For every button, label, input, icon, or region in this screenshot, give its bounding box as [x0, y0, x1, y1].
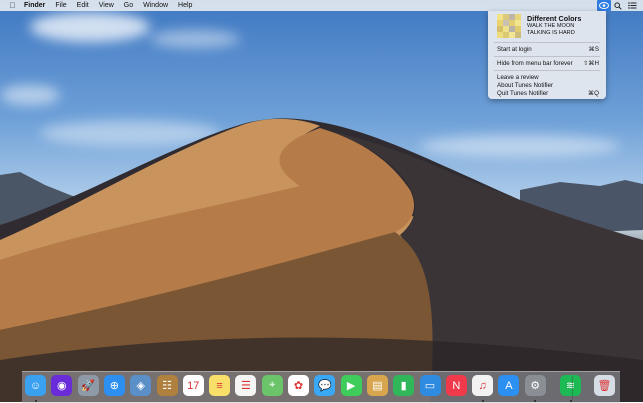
track-title: Different Colors [527, 14, 582, 23]
menu-item-quit[interactable]: Quit Tunes Notifier ⌘Q [497, 90, 599, 97]
menu-item-hide-from-menu-bar[interactable]: Hide from menu bar forever ⇧⌘H [497, 60, 599, 67]
messages-icon[interactable]: 💬 [314, 375, 336, 396]
dock-icons: ☺ ◉ 🚀 ⊕ ◈ ☷ 17 ≡ ☰ ⌖ ✿ 💬 ▶ ▤ ▮ ▭ N ♫ A ⚙ ≋ 🗑 [22, 372, 620, 403]
trash-icon[interactable]: 🗑 [594, 375, 615, 396]
menu-window[interactable]: Window [143, 2, 168, 9]
menu-shortcut: ⌘Q [587, 90, 599, 97]
maps-icon[interactable]: ⌖ [261, 375, 283, 396]
now-playing: Different Colors WALK THE MOON TALKING I… [497, 14, 602, 38]
menu-item-label: Quit Tunes Notifier [497, 90, 549, 97]
system-preferences-icon[interactable]: ⚙ [524, 375, 546, 396]
apple-menu-icon[interactable]:  [7, 1, 18, 10]
finder-icon[interactable]: ☺ [25, 375, 46, 396]
menu-view[interactable]: View [99, 2, 114, 9]
menu-separator [494, 70, 600, 71]
menu-edit[interactable]: Edit [77, 2, 89, 9]
siri-icon[interactable]: ◉ [51, 375, 73, 396]
track-album: TALKING IS HARD [527, 30, 575, 36]
itunes-icon[interactable]: ♫ [472, 375, 494, 396]
menu-item-label: Start at login [497, 46, 532, 53]
menu-separator [494, 42, 600, 43]
photo-browser-icon[interactable]: ◈ [130, 375, 152, 396]
news-icon[interactable]: N [445, 375, 467, 396]
album-cover [497, 14, 523, 40]
numbers-icon[interactable]: ▮ [393, 375, 415, 396]
menu-item-label: Hide from menu bar forever [497, 60, 573, 67]
menu-help[interactable]: Help [178, 2, 192, 9]
app-store-icon[interactable]: A [498, 375, 520, 396]
notification-center-icon[interactable] [625, 0, 639, 11]
keynote-icon[interactable]: ▭ [419, 375, 441, 396]
menu-file[interactable]: File [55, 2, 66, 9]
calendar-icon[interactable]: 17 [182, 375, 204, 396]
menu-shortcut: ⇧⌘H [583, 60, 599, 67]
menu-shortcut: ⌘S [588, 46, 599, 53]
reminders-icon[interactable]: ☰ [235, 375, 257, 396]
track-artist: WALK THE MOON [527, 23, 575, 29]
menu-item-leave-review[interactable]: Leave a review [497, 74, 599, 81]
menu-item-about[interactable]: About Tunes Notifier [497, 82, 599, 89]
dock-divider [572, 376, 573, 399]
tunes-notifier-eye-icon[interactable] [597, 0, 611, 11]
menu-go[interactable]: Go [124, 2, 133, 9]
launchpad-icon[interactable]: 🚀 [77, 375, 99, 396]
notes-icon[interactable]: ≡ [209, 375, 231, 396]
photos-icon[interactable]: ✿ [288, 375, 309, 396]
spotlight-search-icon[interactable] [611, 0, 625, 11]
contacts-icon[interactable]: ☷ [156, 375, 178, 396]
menu-bar:  Finder File Edit View Go Window Help [0, 0, 643, 11]
preview-icon[interactable]: ▤ [366, 375, 388, 396]
menu-item-label: About Tunes Notifier [497, 82, 554, 89]
safari-icon[interactable]: ⊕ [103, 375, 125, 396]
menu-separator [494, 56, 600, 57]
spotify-icon[interactable]: ≋ [560, 375, 581, 396]
menu-item-start-at-login[interactable]: Start at login ⌘S [497, 46, 599, 53]
menu-app-finder[interactable]: Finder [24, 2, 45, 9]
dock: ☺ ◉ 🚀 ⊕ ◈ ☷ 17 ≡ ☰ ⌖ ✿ 💬 ▶ ▤ ▮ ▭ N ♫ A ⚙ ≋ 🗑 [22, 371, 620, 403]
tunes-notifier-menu: Different Colors WALK THE MOON TALKING I… [488, 11, 606, 99]
menu-item-label: Leave a review [497, 74, 539, 81]
facetime-icon[interactable]: ▶ [340, 375, 362, 396]
